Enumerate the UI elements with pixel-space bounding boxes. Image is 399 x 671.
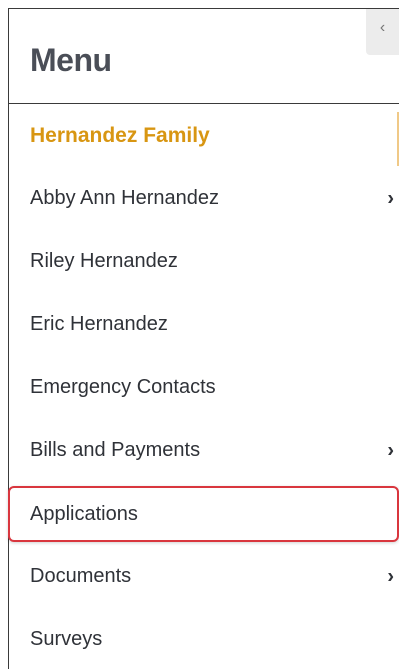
menu-item-applications[interactable]: Applications [8,486,399,542]
menu-item-label: Hernandez Family [30,123,210,147]
menu-item-emergency-contacts[interactable]: Emergency Contacts [8,356,399,419]
menu-item-label: Applications [30,502,138,525]
menu-item-documents[interactable]: Documents › [8,545,399,608]
menu-item-abby-ann-hernandez[interactable]: Abby Ann Hernandez › [8,167,399,230]
menu-list: Hernandez Family Abby Ann Hernandez › Ri… [8,104,399,671]
collapse-menu-button[interactable]: ‹ [366,9,399,55]
chevron-left-icon: ‹ [379,19,386,36]
menu-item-label: Eric Hernandez [30,313,168,335]
menu-item-label: Documents [30,565,132,587]
chevron-right-icon: › [387,187,394,209]
menu-item-hernandez-family[interactable]: Hernandez Family [8,104,399,167]
menu-item-label: Surveys [30,628,103,650]
chevron-right-icon: › [387,439,394,461]
menu-item-riley-hernandez[interactable]: Riley Hernandez [8,230,399,293]
menu-item-eric-hernandez[interactable]: Eric Hernandez [8,293,399,356]
menu-item-label: Bills and Payments [30,439,201,461]
menu-title: Menu [30,42,112,78]
chevron-right-icon: › [387,565,394,587]
menu-item-surveys[interactable]: Surveys [8,608,399,671]
menu-item-label: Riley Hernandez [30,250,178,272]
menu-item-label: Emergency Contacts [30,376,216,398]
menu-item-label: Abby Ann Hernandez [30,187,220,209]
menu-item-bills-and-payments[interactable]: Bills and Payments › [8,419,399,482]
